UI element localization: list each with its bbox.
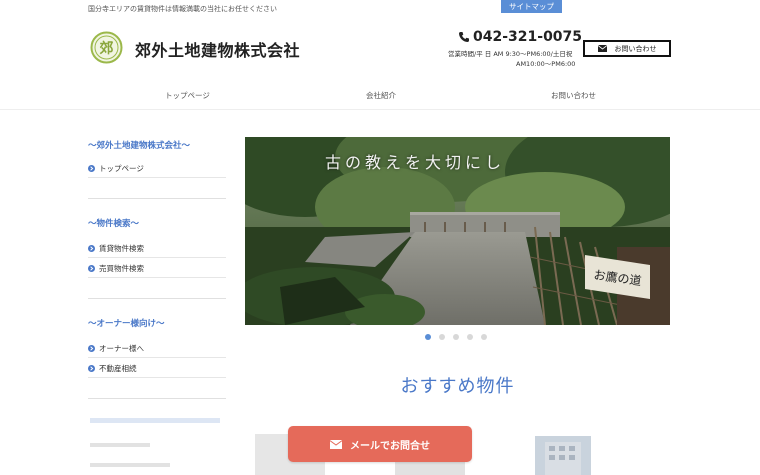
sidebar-divider — [88, 298, 226, 299]
sidebar-heading-owner: ～オーナー様向け～ — [88, 319, 165, 329]
contact-button-label: お問い合わせ — [614, 44, 657, 53]
nav-item-company[interactable]: 会社紹介 — [366, 90, 396, 101]
mail-inquiry-button[interactable]: メールでお問合せ — [288, 426, 472, 462]
company-name[interactable]: 郊外土地建物株式会社 — [135, 37, 300, 61]
slide-dot-1[interactable] — [425, 334, 431, 340]
nav-item-contact[interactable]: お問い合わせ — [551, 90, 596, 101]
sidebar-heading-search: ～物件検索～ — [88, 219, 140, 229]
global-nav: トップページ 会社紹介 お問い合わせ — [0, 88, 760, 110]
recommended-section-title: おすすめ物件 — [400, 376, 515, 397]
slide-dot-2[interactable] — [439, 334, 445, 340]
logo-glyph: 郊 — [100, 40, 114, 57]
sitemap-button[interactable]: サイトマップ — [501, 0, 562, 13]
sidebar-item-sale-search[interactable]: 売買物件検索 — [88, 260, 226, 278]
site-tagline: 国分寺エリアの賃貸物件は情報満載の当社にお任せください — [88, 5, 277, 13]
sidebar-heading-company: ～郊外土地建物株式会社～ — [88, 141, 191, 151]
sidebar-item-label: 不動産相続 — [99, 364, 137, 373]
slide-dot-3[interactable] — [453, 334, 459, 340]
sidebar-item-top[interactable]: トップページ — [88, 160, 226, 178]
faded-item-placeholder — [90, 463, 170, 467]
page: 国分寺エリアの賃貸物件は情報満載の当社にお任せください サイトマップ 郊 郊外土… — [0, 0, 760, 475]
sidebar-item-label: 売買物件検索 — [99, 264, 144, 273]
mail-icon — [330, 439, 342, 449]
circle-arrow-icon — [88, 365, 95, 372]
sidebar-divider — [88, 198, 226, 199]
sidebar-item-owner[interactable]: オーナー様へ — [88, 340, 226, 358]
sidebar-item-label: 賃貸物件検索 — [99, 244, 144, 253]
faded-item-placeholder — [90, 443, 150, 447]
contact-button[interactable]: お問い合わせ — [583, 40, 671, 57]
sidebar-item-inheritance[interactable]: 不動産相続 — [88, 360, 226, 378]
mail-inquiry-label: メールでお問合せ — [350, 440, 430, 452]
nav-item-top[interactable]: トップページ — [165, 90, 210, 101]
mail-icon — [597, 45, 607, 52]
circle-arrow-icon — [88, 265, 95, 272]
slide-dot-5[interactable] — [481, 334, 487, 340]
slide-indicator — [425, 334, 487, 340]
sidebar-item-label: トップページ — [99, 164, 144, 173]
hero-caption: 古の教えを大切にし — [325, 153, 506, 172]
phone-icon — [459, 32, 469, 42]
phone-number-text: 042-321-0075 — [473, 29, 583, 45]
company-logo-icon[interactable]: 郊 — [90, 31, 123, 64]
sidebar-item-label: オーナー様へ — [99, 344, 144, 353]
sidebar-item-rental-search[interactable]: 賃貸物件検索 — [88, 240, 226, 258]
phone-number: 042-321-0075 — [458, 29, 582, 45]
circle-arrow-icon — [88, 165, 95, 172]
hero-slideshow[interactable]: お鷹の道 古の教えを大切にし — [245, 137, 670, 325]
faded-heading-placeholder — [90, 418, 220, 423]
slide-dot-4[interactable] — [467, 334, 473, 340]
business-hours-weekend: AM10:00～PM6:00 — [516, 60, 576, 68]
sidebar-divider — [88, 398, 226, 399]
circle-arrow-icon — [88, 245, 95, 252]
circle-arrow-icon — [88, 345, 95, 352]
nav-divider — [0, 109, 760, 110]
business-hours-weekday: 営業時間/平 日 AM 9:30～PM6:00/土日祝 — [448, 50, 573, 58]
